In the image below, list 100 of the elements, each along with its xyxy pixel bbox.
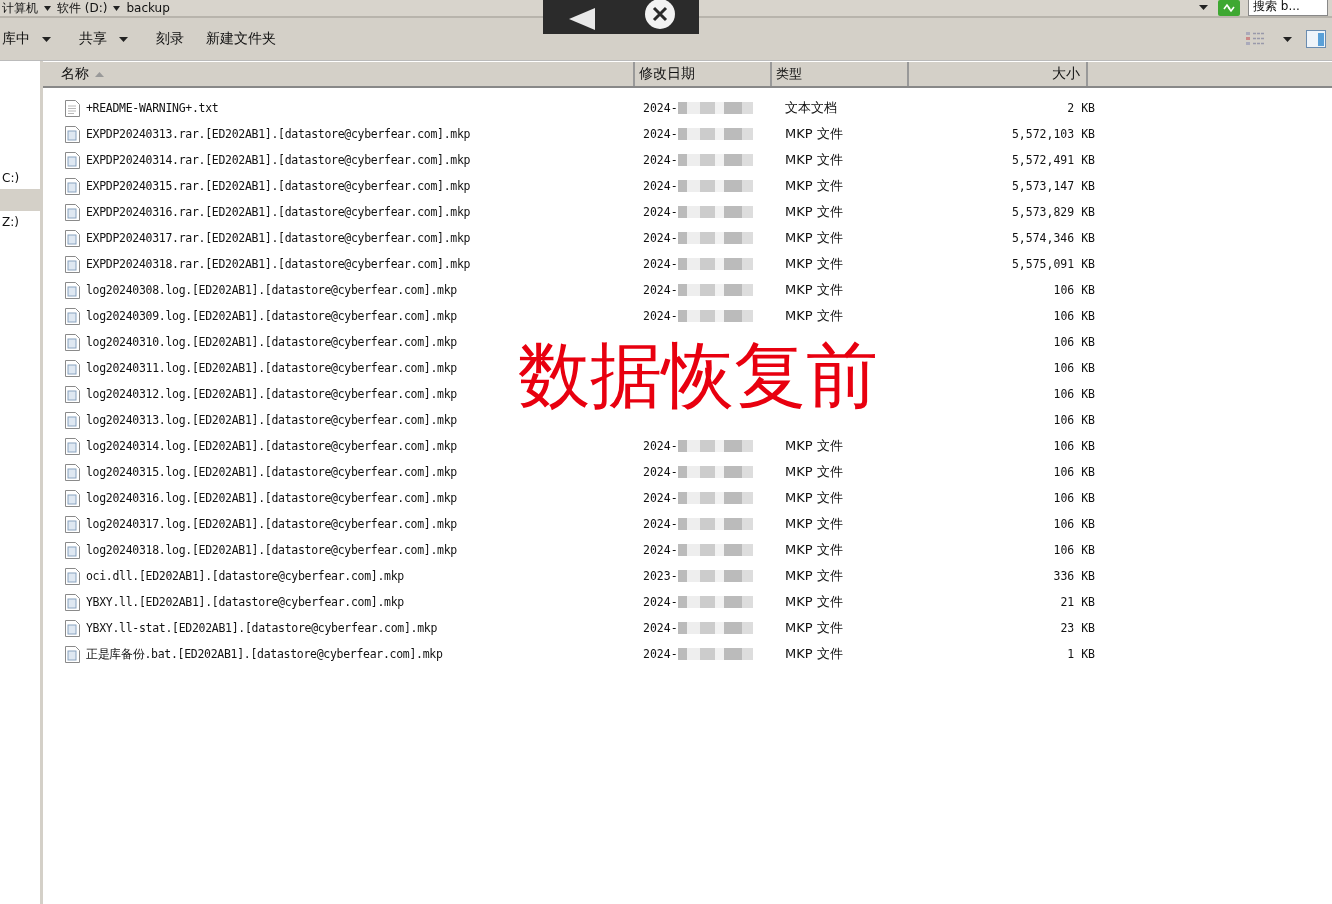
column-header[interactable]: 大小	[909, 62, 1088, 86]
file-icon	[65, 541, 80, 559]
file-name[interactable]: EXPDP20240318.rar.[ED202AB1].[datastore@cyberfear.com].mkp	[86, 257, 471, 271]
modified-date: 2024-	[643, 647, 678, 661]
file-type: MKP 文件	[785, 645, 843, 663]
caret-icon[interactable]	[1199, 5, 1208, 10]
column-header[interactable]: 类型	[772, 62, 909, 86]
file-name[interactable]: 正是库备份.bat.[ED202AB1].[datastore@cyberfear.com].mkp	[86, 646, 443, 662]
file-size: 106 KB	[1053, 283, 1095, 297]
modified-date: 2024-	[643, 465, 678, 479]
file-type: MKP 文件	[785, 437, 843, 455]
toolbar-button[interactable]: 库中	[0, 26, 67, 52]
file-icon	[65, 515, 80, 533]
file-name[interactable]: log20240316.log.[ED202AB1].[datastore@cyberfear.com].mkp	[86, 491, 457, 505]
file-name[interactable]: EXPDP20240314.rar.[ED202AB1].[datastore@cyberfear.com].mkp	[86, 153, 471, 167]
modified-date: 2023-	[643, 569, 678, 583]
file-name[interactable]: EXPDP20240313.rar.[ED202AB1].[datastore@cyberfear.com].mkp	[86, 127, 471, 141]
file-name[interactable]: log20240318.log.[ED202AB1].[datastore@cyberfear.com].mkp	[86, 543, 457, 557]
file-name[interactable]: log20240313.log.[ED202AB1].[datastore@cyberfear.com].mkp	[86, 413, 457, 427]
file-size: 5,572,491 KB	[1011, 153, 1095, 167]
sidebar-item[interactable]: C:)	[0, 167, 40, 189]
file-size: 106 KB	[1053, 543, 1095, 557]
file-icon	[65, 463, 80, 481]
file-icon	[65, 151, 80, 169]
column-header[interactable]: 名称	[43, 62, 635, 86]
modified-date: 2024-	[643, 517, 678, 531]
file-type: MKP 文件	[785, 463, 843, 481]
caret-icon[interactable]	[113, 5, 121, 11]
modified-date: 2024-	[643, 231, 678, 245]
file-type: MKP 文件	[785, 515, 843, 533]
file-size: 21 KB	[1060, 595, 1095, 609]
file-name[interactable]: EXPDP20240317.rar.[ED202AB1].[datastore@cyberfear.com].mkp	[86, 231, 471, 245]
file-icon	[65, 203, 80, 221]
file-size: 106 KB	[1053, 335, 1095, 349]
file-type: MKP 文件	[785, 255, 843, 273]
modified-date: 2024-	[643, 205, 678, 219]
column-header[interactable]: 修改日期	[635, 62, 772, 86]
file-name[interactable]: +README-WARNING+.txt	[86, 101, 219, 115]
toolbar-button[interactable]: 共享	[67, 26, 144, 52]
caret-icon[interactable]	[44, 5, 51, 11]
file-size: 106 KB	[1053, 361, 1095, 375]
file-icon	[65, 593, 80, 611]
file-size: 5,575,091 KB	[1011, 257, 1095, 271]
modified-date: 2024-	[643, 153, 678, 167]
file-type: MKP 文件	[785, 619, 843, 637]
close-icon[interactable]	[643, 0, 676, 30]
modified-date: 2024-	[643, 595, 678, 609]
refresh-icon[interactable]	[1218, 0, 1240, 16]
file-size: 5,573,829 KB	[1011, 205, 1095, 219]
file-name[interactable]: log20240314.log.[ED202AB1].[datastore@cyberfear.com].mkp	[86, 439, 457, 453]
file-size: 5,574,346 KB	[1011, 231, 1095, 245]
sidebar-item[interactable]: Z:)	[0, 211, 40, 233]
file-name[interactable]: YBXY.ll.[ED202AB1].[datastore@cyberfear.com].mkp	[86, 595, 404, 609]
file-size: 106 KB	[1053, 309, 1095, 323]
preview-pane-icon[interactable]	[1306, 30, 1326, 48]
file-size: 106 KB	[1053, 465, 1095, 479]
file-size: 336 KB	[1053, 569, 1095, 583]
file-type: MKP 文件	[785, 307, 843, 325]
file-icon	[65, 333, 80, 351]
breadcrumb-item[interactable]: backup	[126, 1, 170, 15]
file-name[interactable]: EXPDP20240315.rar.[ED202AB1].[datastore@cyberfear.com].mkp	[86, 179, 471, 193]
file-name[interactable]: log20240311.log.[ED202AB1].[datastore@cyberfear.com].mkp	[86, 361, 457, 375]
file-icon	[65, 281, 80, 299]
file-icon	[65, 619, 80, 637]
file-type: MKP 文件	[785, 125, 843, 143]
file-icon	[65, 125, 80, 143]
modified-date: 2024-	[643, 491, 678, 505]
file-type: MKP 文件	[785, 281, 843, 299]
modified-date: 2024-	[643, 439, 678, 453]
caret-icon[interactable]	[1283, 36, 1292, 42]
file-type: 文本文档	[785, 99, 837, 117]
file-name[interactable]: log20240315.log.[ED202AB1].[datastore@cyberfear.com].mkp	[86, 465, 457, 479]
search-field[interactable]: 搜索 b...	[1248, 0, 1328, 16]
file-name[interactable]: log20240308.log.[ED202AB1].[datastore@cyberfear.com].mkp	[86, 283, 457, 297]
modified-date: 2024-	[643, 283, 678, 297]
file-icon	[65, 567, 80, 585]
file-size: 106 KB	[1053, 517, 1095, 531]
file-name[interactable]: log20240312.log.[ED202AB1].[datastore@cyberfear.com].mkp	[86, 387, 457, 401]
file-name[interactable]: oci.dll.[ED202AB1].[datastore@cyberfear.com].mkp	[86, 569, 404, 583]
file-size: 106 KB	[1053, 439, 1095, 453]
file-name[interactable]: EXPDP20240316.rar.[ED202AB1].[datastore@cyberfear.com].mkp	[86, 205, 471, 219]
file-name[interactable]: log20240317.log.[ED202AB1].[datastore@cyberfear.com].mkp	[86, 517, 457, 531]
toolbar-button[interactable]: 刻录	[144, 26, 194, 52]
file-icon	[65, 307, 80, 325]
file-size: 23 KB	[1060, 621, 1095, 635]
file-name[interactable]: YBXY.ll-stat.[ED202AB1].[datastore@cyberfear.com].mkp	[86, 621, 438, 635]
modified-date: 2024-	[643, 179, 678, 193]
file-size: 106 KB	[1053, 413, 1095, 427]
file-icon	[65, 229, 80, 247]
breadcrumb-item[interactable]: 计算机	[2, 1, 38, 15]
file-size: 106 KB	[1053, 387, 1095, 401]
modified-date: 2024-	[643, 257, 678, 271]
file-icon	[65, 645, 80, 663]
toolbar-button[interactable]: 新建文件夹	[194, 26, 286, 52]
file-icon	[65, 255, 80, 273]
file-type: MKP 文件	[785, 177, 843, 195]
file-type: MKP 文件	[785, 151, 843, 169]
breadcrumb-item[interactable]: 软件 (D:)	[57, 1, 108, 15]
file-name[interactable]: log20240309.log.[ED202AB1].[datastore@cyberfear.com].mkp	[86, 309, 457, 323]
file-name[interactable]: log20240310.log.[ED202AB1].[datastore@cyberfear.com].mkp	[86, 335, 457, 349]
